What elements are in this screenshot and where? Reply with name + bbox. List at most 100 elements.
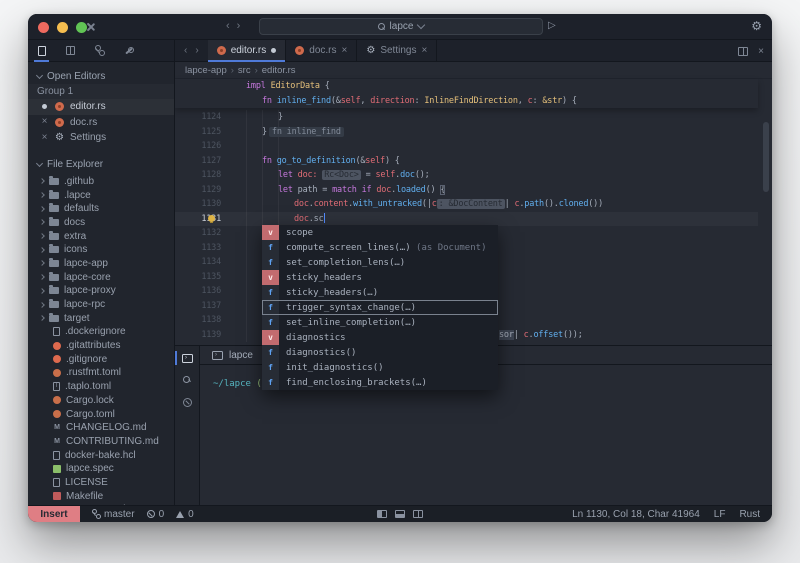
git-branch-indicator[interactable]: master: [92, 509, 135, 520]
cursor-position[interactable]: Ln 1130, Col 18, Char 41964: [572, 509, 700, 520]
toggle-right-panel-icon[interactable]: [413, 510, 423, 518]
tab-doc.rs[interactable]: doc.rs×: [286, 40, 357, 61]
back-button[interactable]: ‹: [226, 18, 230, 35]
tree-item-.taplo.toml[interactable]: T.taplo.toml: [28, 380, 174, 394]
plugin-icon[interactable]: [64, 40, 77, 62]
minimize-window-button[interactable]: [57, 22, 68, 33]
completion-item[interactable]: fcompute_screen_lines(…) (as Document): [262, 240, 498, 255]
tree-item-docs[interactable]: docs: [28, 216, 174, 230]
tree-item-.dockerignore[interactable]: .dockerignore: [28, 325, 174, 339]
editor-scrollbar[interactable]: [763, 122, 769, 192]
breadcrumb-segment[interactable]: src: [238, 65, 251, 76]
modal-mode-badge[interactable]: Insert: [28, 506, 80, 522]
completion-item[interactable]: vsticky_headers: [262, 270, 498, 285]
completion-item[interactable]: vdiagnostics: [262, 330, 498, 345]
tab-Settings[interactable]: ⚙Settings×: [357, 40, 437, 61]
line-ending[interactable]: LF: [714, 509, 726, 520]
code-token: path: [524, 199, 544, 209]
tree-item-label: defaults: [64, 203, 99, 214]
tab-prev-button[interactable]: ‹: [184, 45, 187, 56]
terminal-prompt-path: ~/lapce: [213, 379, 256, 389]
open-editor-Settings[interactable]: ×⚙Settings: [28, 130, 174, 146]
tree-item-icons[interactable]: icons: [28, 243, 174, 257]
tree-item-.gitignore[interactable]: .gitignore: [28, 352, 174, 366]
problems-panel-icon[interactable]: [175, 393, 200, 411]
file-file-icon: [53, 451, 60, 460]
breadcrumb-segment[interactable]: editor.rs: [262, 65, 296, 76]
tree-item-docker-bake.hcl[interactable]: docker-bake.hcl: [28, 448, 174, 462]
code-line: }: [278, 110, 283, 125]
completion-item[interactable]: ftrigger_syntax_change(…): [262, 300, 498, 315]
tree-item-CONTRIBUTING.md[interactable]: MCONTRIBUTING.md: [28, 435, 174, 449]
tree-item-.gitattributes[interactable]: .gitattributes: [28, 339, 174, 353]
close-window-button[interactable]: [38, 22, 49, 33]
close-tab-icon[interactable]: ×: [421, 46, 427, 56]
close-editor-icon[interactable]: ×: [758, 46, 764, 57]
tree-item-lapce.spec[interactable]: lapce.spec: [28, 462, 174, 476]
code-token: {: [440, 185, 445, 195]
completion-item[interactable]: vscope: [262, 225, 498, 240]
open-editor-label: editor.rs: [70, 101, 106, 112]
completion-item[interactable]: ffind_enclosing_brackets(…): [262, 375, 498, 390]
tab-next-button[interactable]: ›: [195, 45, 198, 56]
tree-item-Makefile[interactable]: Makefile: [28, 489, 174, 503]
variable-kind-icon: v: [262, 270, 279, 285]
completion-item[interactable]: fset_completion_lens(…): [262, 255, 498, 270]
tree-item-lapce-core[interactable]: lapce-core: [28, 270, 174, 284]
close-tab-icon[interactable]: ×: [342, 46, 348, 56]
tab-editor.rs[interactable]: editor.rs: [208, 40, 287, 61]
terminal-panel-icon[interactable]: ›: [175, 349, 200, 367]
error-count[interactable]: 0: [147, 509, 165, 520]
open-editor-doc.rs[interactable]: ×doc.rs: [28, 115, 174, 131]
toggle-left-panel-icon[interactable]: [377, 510, 387, 518]
command-palette-search[interactable]: lapce: [259, 18, 543, 35]
tree-item-Cargo.lock[interactable]: Cargo.lock: [28, 394, 174, 408]
fold-badge[interactable]: fn inline_find: [269, 127, 344, 137]
file-explorer-header[interactable]: File Explorer: [28, 157, 174, 173]
rust-file-icon: [53, 410, 61, 418]
completion-item[interactable]: finit_diagnostics(): [262, 360, 498, 375]
close-icon[interactable]: ×: [40, 117, 49, 127]
tree-item-CHANGELOG.md[interactable]: MCHANGELOG.md: [28, 421, 174, 435]
forward-button[interactable]: ›: [237, 18, 241, 35]
tree-item-.lapce[interactable]: .lapce: [28, 188, 174, 202]
split-editor-icon[interactable]: [738, 47, 748, 56]
tree-item-lapce-app[interactable]: lapce-app: [28, 257, 174, 271]
tree-item-defaults[interactable]: defaults: [28, 202, 174, 216]
debug-icon[interactable]: [122, 40, 135, 62]
explorer-icon[interactable]: [35, 40, 48, 62]
warning-count[interactable]: 0: [176, 509, 194, 520]
settings-gear-icon[interactable]: ⚙: [751, 19, 762, 33]
source-control-icon[interactable]: [93, 40, 106, 62]
breadcrumb-segment[interactable]: lapce-app: [185, 65, 227, 76]
tree-item-label: LICENSE: [65, 477, 108, 488]
tree-item-extra[interactable]: extra: [28, 229, 174, 243]
tree-item-.github[interactable]: .github: [28, 175, 174, 189]
completion-item[interactable]: fsticky_headers(…): [262, 285, 498, 300]
tree-item-Cargo.toml[interactable]: Cargo.toml: [28, 407, 174, 421]
modified-dot-icon[interactable]: [40, 104, 49, 109]
tree-item-target[interactable]: target: [28, 311, 174, 325]
completion-item[interactable]: fset_inline_completion(…): [262, 315, 498, 330]
close-icon[interactable]: ×: [40, 133, 49, 143]
search-panel-icon[interactable]: [175, 371, 200, 389]
remote-connection-icon[interactable]: [86, 22, 96, 32]
tree-item-LICENSE[interactable]: LICENSE: [28, 476, 174, 490]
line-number: 1129: [175, 183, 221, 198]
tree-item-lapce-proxy[interactable]: lapce-proxy: [28, 284, 174, 298]
tree-item-lapce-rpc[interactable]: lapce-rpc: [28, 298, 174, 312]
completion-item[interactable]: fdiagnostics(): [262, 345, 498, 360]
open-editor-editor.rs[interactable]: editor.rs: [28, 99, 174, 115]
open-editors-header[interactable]: Open Editors: [28, 68, 174, 84]
chevron-right-icon: [39, 220, 45, 226]
terminal-tab[interactable]: › lapce: [200, 346, 265, 364]
code-token: }: [262, 127, 267, 137]
tree-item-.rustfmt.toml[interactable]: .rustfmt.toml: [28, 366, 174, 380]
run-button[interactable]: ▷: [548, 20, 556, 31]
language-mode[interactable]: Rust: [739, 509, 760, 520]
editor-pane[interactable]: lapce-app›src›editor.rs impl EditorData …: [175, 62, 772, 505]
breadcrumb[interactable]: lapce-app›src›editor.rs: [175, 62, 772, 79]
toggle-bottom-panel-icon[interactable]: [395, 510, 405, 518]
lightbulb-icon[interactable]: [208, 215, 215, 222]
folder-icon: [49, 260, 59, 267]
